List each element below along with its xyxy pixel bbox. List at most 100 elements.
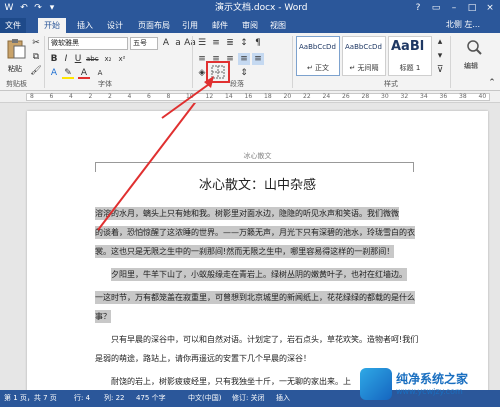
help-button[interactable]: ? (410, 1, 426, 15)
track-changes[interactable]: 修订: 关闭 (232, 393, 265, 404)
style-normal[interactable]: AaBbCcDd ↵ 正文 (296, 36, 340, 76)
user-account[interactable]: 北侧 左... (446, 19, 480, 31)
styles-more-icon[interactable]: ⊽ (434, 64, 446, 76)
strikethrough-button[interactable]: abc (86, 53, 99, 65)
font-size-select[interactable]: 五号 (130, 37, 158, 50)
document-area[interactable]: 冰心散文 冰心散文：山中杂感 溶溶的水月，螭头上只有她和我。树影里对面水边，隐隐… (0, 103, 500, 390)
italic-button[interactable]: I (60, 53, 72, 65)
paragraph-line[interactable]: 是弱的萌途，路站上，请你再遥远的安置下几个早晨的深谷！ (95, 352, 311, 365)
paragraph-line[interactable]: 只有早晨的深谷中，可以和自然对语。计划定了，岩石点头，草花欢笑。造物者呵!我们 (111, 333, 418, 346)
tab-design[interactable]: 设计 (102, 18, 128, 33)
ruler-number: 16 (244, 93, 253, 100)
paragraph-line[interactable]: 一这时节，万有都笼盖在寂重里，可曾想到北京城里的新闻纸上，花花绿绿的都载的是什么 (95, 291, 415, 304)
ruler-number: 14 (225, 93, 233, 100)
window-title: 演示文档.docx - Word (215, 3, 308, 13)
tab-file[interactable]: 文件 (0, 18, 26, 33)
clear-formatting-icon[interactable]: A (94, 67, 106, 79)
word-count[interactable]: 475 个字 (136, 393, 166, 404)
bold-button[interactable]: B (48, 53, 60, 65)
paragraph-line[interactable]: 事？ (95, 310, 111, 323)
watermark-title: 纯净系统之家 (396, 372, 469, 386)
undo-icon[interactable]: ↶ (18, 2, 30, 14)
minimize-button[interactable]: – (446, 1, 462, 15)
redo-icon[interactable]: ↷ (32, 2, 44, 14)
ruler-number: 18 (264, 93, 272, 100)
paste-button[interactable]: 粘贴 (4, 36, 28, 76)
bullets-icon[interactable]: ☰ (196, 37, 208, 49)
ruler-number: 30 (381, 93, 389, 100)
style-heading-1[interactable]: AaBl 标题 1 (388, 36, 432, 76)
document-title[interactable]: 冰心散文：山中杂感 (27, 174, 488, 193)
collapse-ribbon-icon[interactable]: ⌃ (486, 77, 498, 89)
ribbon-display-button[interactable]: ▭ (428, 1, 444, 15)
superscript-button[interactable]: x² (116, 53, 128, 65)
show-marks-icon[interactable]: ¶ (252, 37, 264, 49)
styles-scroll-down-icon[interactable]: ▾ (434, 50, 446, 62)
underline-button[interactable]: U (72, 53, 84, 65)
style-no-spacing[interactable]: AaBbCcDd ↵ 无间隔 (342, 36, 386, 76)
paragraph-line[interactable]: 耐饶的岩上，树影疲疲经里，只有我独坐十斤，一无聊的家出来。上 (111, 375, 351, 388)
language[interactable]: 中文(中国) (188, 393, 221, 404)
font-color-button[interactable]: A (78, 67, 90, 79)
style-no-spacing-name: ↵ 无间隔 (349, 64, 379, 72)
paragraph-line[interactable]: 裳。这也只是无限之生中的一刹那间!然而无限之生中，哪里容易得这样的一刹那间！ (95, 245, 395, 258)
divider (44, 36, 45, 88)
ruler-number: 36 (439, 93, 448, 100)
ruler-number: 6 (147, 93, 151, 100)
shrink-font-icon[interactable]: a (172, 37, 184, 49)
style-no-spacing-preview: AaBbCcDd (345, 43, 382, 51)
subscript-button[interactable]: x₂ (102, 53, 114, 65)
text-effects-button[interactable]: A (48, 67, 60, 79)
maximize-button[interactable]: □ (464, 1, 480, 15)
quick-access-menu-icon[interactable]: ▾ (46, 2, 58, 14)
cut-icon[interactable]: ✂ (30, 37, 42, 49)
multilevel-list-icon[interactable]: ≣ (224, 37, 236, 49)
change-case-icon[interactable]: Aa (184, 37, 196, 49)
insert-mode[interactable]: 插入 (276, 393, 290, 404)
tab-review[interactable]: 审阅 (238, 18, 262, 33)
tab-references[interactable]: 引用 (178, 18, 202, 33)
copy-icon[interactable]: ⧉ (30, 51, 42, 63)
watermark-logo (360, 368, 392, 400)
page-header[interactable]: 冰心散文 (27, 151, 488, 161)
paragraph-group-label: 段落 (230, 80, 244, 88)
ruler-number: 28 (361, 93, 370, 100)
ruler-number: 24 (322, 93, 331, 100)
ruler-number: 20 (283, 93, 292, 100)
sort-icon[interactable]: ↕ (238, 37, 250, 49)
line-spacing-icon[interactable]: ⇕ (238, 67, 250, 79)
style-normal-preview: AaBbCcDd (299, 43, 336, 51)
paragraph-line[interactable]: 的谈着，恐怕惊醒了这浓睡的世界。——万籁无声，月光下只有深碧的池水，玲珑雪白的衣 (95, 226, 415, 239)
tab-insert[interactable]: 插入 (72, 18, 98, 33)
distributed-icon[interactable]: ≡ (252, 53, 264, 65)
font-group-label: 字体 (98, 80, 112, 88)
ruler-number: 4 (69, 93, 73, 100)
font-name-select[interactable]: 微软雅黑 (48, 37, 128, 50)
highlight-color-icon[interactable]: ✎ (62, 67, 74, 79)
paste-icon (7, 39, 26, 59)
tab-view[interactable]: 视图 (266, 18, 290, 33)
paragraph-line[interactable]: 夕阳里，牛羊下山了，小蚁般缘走在青岩上。绿树丛阴的嫩黄叶子，也衬在红墙边。 (111, 268, 407, 281)
clipboard-group-label: 剪贴板 (6, 80, 27, 88)
editing-button[interactable]: 编辑 (454, 37, 494, 77)
ruler-number: 26 (342, 93, 350, 100)
numbering-icon[interactable]: ≡ (210, 37, 222, 49)
tab-home[interactable]: 开始 (38, 18, 66, 33)
document-page[interactable]: 冰心散文 冰心散文：山中杂感 溶溶的水月，螭头上只有她和我。树影里对面水边，隐隐… (27, 111, 488, 390)
grow-font-icon[interactable]: A (160, 37, 172, 49)
ruler-number: 8 (30, 93, 34, 100)
format-painter-icon[interactable]: 🖌 (30, 65, 42, 77)
styles-scroll-up-icon[interactable]: ▴ (434, 36, 446, 48)
tab-page-layout[interactable]: 页面布局 (134, 18, 174, 33)
style-heading-1-preview: AaBl (391, 39, 425, 54)
site-watermark: 纯净系统之家 www.ycwjzy.com (360, 364, 498, 406)
page-count[interactable]: 第 1 页，共 7 页 (4, 393, 57, 404)
paragraph-line[interactable]: 溶溶的水月，螭头上只有她和我。树影里对面水边，隐隐的听见水声和笑语。我们微微 (95, 207, 399, 220)
word-app-icon[interactable]: W (3, 2, 15, 14)
ruler-number: 40 (478, 93, 487, 100)
tab-mailings[interactable]: 邮件 (208, 18, 232, 33)
ruler-number: 6 (49, 93, 54, 100)
justify-icon[interactable]: ≡ (238, 53, 250, 65)
close-button[interactable]: × (482, 1, 498, 15)
ruler[interactable]: 8 6 4 2 2 4 6 8 10 12 14 16 18 20 22 24 26 28 30 32 34 36 38 40 (0, 91, 500, 103)
